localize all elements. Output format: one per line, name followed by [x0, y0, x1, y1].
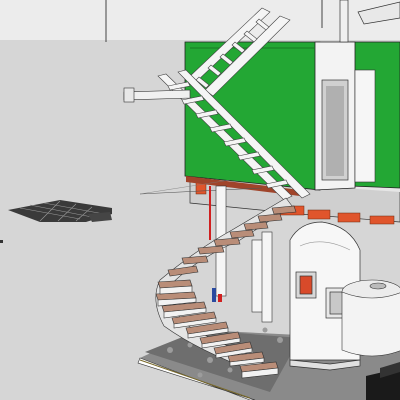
small-post — [212, 288, 216, 302]
small-marker — [0, 240, 3, 243]
round-basin — [341, 279, 400, 357]
green-upper-room — [184, 41, 400, 191]
3d-model-viewport[interactable] — [0, 0, 400, 400]
small-post — [218, 294, 222, 302]
